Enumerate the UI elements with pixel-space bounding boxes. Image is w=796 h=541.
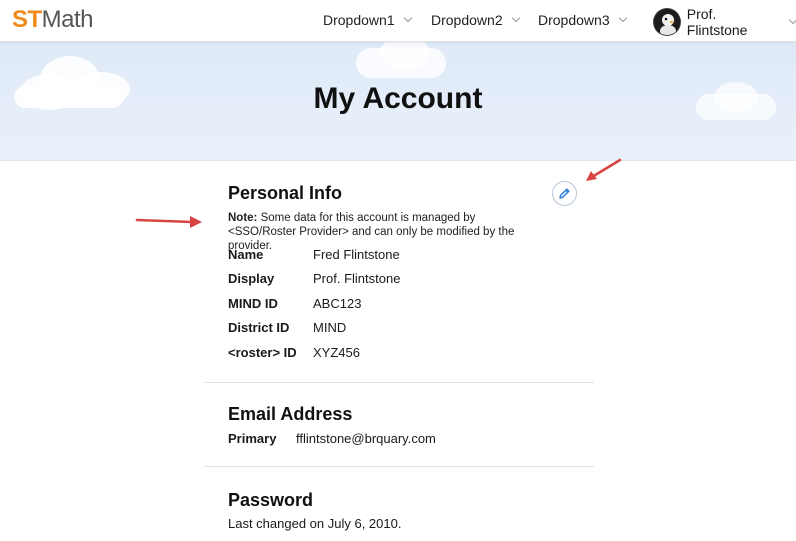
field-label: Display xyxy=(228,271,275,286)
annotation-arrow-icon xyxy=(135,216,202,228)
annotation-arrow-icon xyxy=(586,158,622,181)
stmath-logo[interactable]: STMath xyxy=(12,6,94,33)
field-label: Primary xyxy=(228,431,277,446)
chevron-down-icon xyxy=(788,15,796,25)
dropdown2-label: Dropdown2 xyxy=(431,12,503,28)
field-label: District ID xyxy=(228,320,290,335)
personal-info-title: Personal Info xyxy=(228,183,343,203)
dropdown3-label: Dropdown3 xyxy=(538,12,610,28)
field-value: XYZ456 xyxy=(313,345,360,360)
field-label: Name xyxy=(228,247,264,262)
email-address-title: Email Address xyxy=(228,404,353,424)
field-value: fflintstone@brquary.com xyxy=(296,431,436,446)
field-value: Prof. Flintstone xyxy=(313,271,401,286)
section-divider xyxy=(204,466,594,467)
field-value: MIND xyxy=(313,320,347,335)
page-title: My Account xyxy=(313,82,483,115)
dropdown3-menu[interactable]: Dropdown3 xyxy=(538,12,627,28)
section-divider xyxy=(204,382,594,383)
dropdown2-menu[interactable]: Dropdown2 xyxy=(431,12,520,28)
logo-math: Math xyxy=(41,6,94,33)
chevron-down-icon xyxy=(618,13,627,23)
note-text: Some data for this account is managed by… xyxy=(228,212,515,252)
password-title: Password xyxy=(228,490,314,510)
chevron-down-icon xyxy=(403,13,412,23)
note-label: Note: xyxy=(228,212,258,224)
avatar xyxy=(653,8,681,36)
chevron-down-icon xyxy=(511,13,520,23)
field-label: MIND ID xyxy=(228,296,278,311)
field-value: ABC123 xyxy=(313,296,362,311)
edit-personal-info-button[interactable] xyxy=(552,181,577,206)
user-name: Prof. Flintstone xyxy=(686,6,748,38)
dropdown1-label: Dropdown1 xyxy=(323,12,395,28)
user-menu[interactable]: Prof. Flintstone xyxy=(653,6,796,38)
page-header: My Account xyxy=(0,42,796,161)
pencil-icon xyxy=(559,188,570,199)
logo-st: ST xyxy=(12,6,42,33)
top-navigation-bar: STMath Dropdown1 Dropdown2 Dropdown3 Pro… xyxy=(0,0,796,42)
password-last-changed: Last changed on July 6, 2010. xyxy=(228,516,402,531)
field-label: <roster> ID xyxy=(228,345,297,360)
dropdown1-menu[interactable]: Dropdown1 xyxy=(323,12,412,28)
field-value: Fred Flintstone xyxy=(313,247,400,262)
